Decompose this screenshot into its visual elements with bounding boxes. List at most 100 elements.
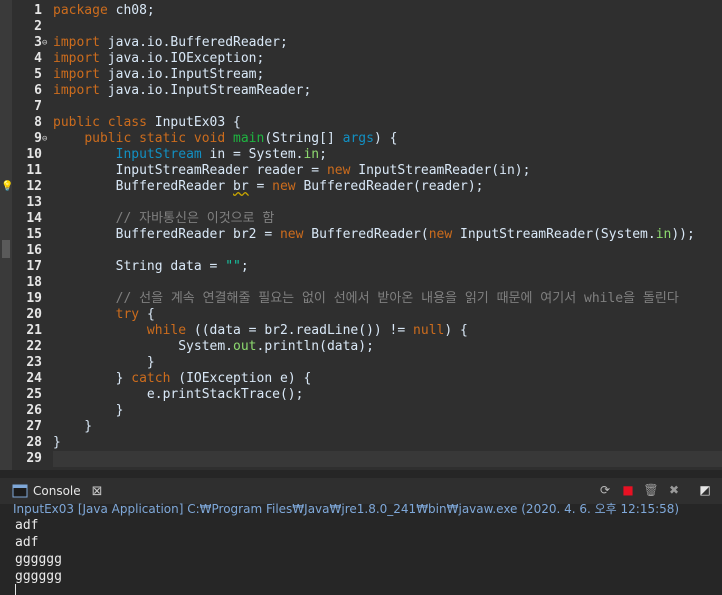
- code-line[interactable]: try {: [53, 307, 155, 323]
- code-token: }: [53, 355, 155, 370]
- code-token: InputStreamReader reader =: [53, 163, 327, 178]
- fold-toggle-icon[interactable]: ⊖: [42, 35, 50, 51]
- code-token: java.io.InputStream;: [107, 67, 265, 82]
- code-token: ((data = br2.readLine()) !=: [193, 323, 414, 338]
- console-output[interactable]: adf adf gggggg gggggg: [15, 517, 62, 585]
- console-tab-label: Console: [33, 484, 81, 498]
- code-token: ch08;: [115, 3, 155, 18]
- code-token: import: [53, 35, 108, 50]
- editor-annotation-ruler: [0, 0, 12, 470]
- code-token: new: [428, 227, 461, 242]
- code-token: ) {: [444, 323, 468, 338]
- code-line[interactable]: import java.io.InputStream;: [53, 67, 264, 83]
- code-token: in: [655, 227, 672, 242]
- code-token: new: [326, 163, 359, 178]
- line-number: 13: [26, 195, 42, 210]
- code-line[interactable]: BufferedReader br = new BufferedReader(r…: [53, 179, 484, 195]
- terminate-icon[interactable]: ■: [620, 482, 636, 498]
- code-token: in: [303, 147, 320, 162]
- code-line[interactable]: // 자바통신은 이것으로 함: [53, 211, 275, 227]
- code-token: BufferedReader br2 =: [53, 227, 280, 242]
- code-line[interactable]: // 선을 계속 연결해줄 필요는 없이 선에서 받아온 내용을 읽기 때문에 …: [53, 291, 679, 307]
- code-line[interactable]: e.printStackTrace();: [53, 387, 304, 403]
- code-token: InputStreamReader(in);: [358, 163, 531, 178]
- remove-all-icon[interactable]: ✖: [666, 482, 682, 498]
- ruler-marker: [2, 240, 10, 258]
- code-token: try: [115, 307, 147, 322]
- code-token: System.: [53, 339, 234, 354]
- line-number: 29: [26, 451, 42, 466]
- fold-toggle-icon[interactable]: ⊖: [42, 131, 50, 147]
- launch-info: InputEx03 [Java Application] C:₩Program …: [13, 502, 680, 516]
- code-token: .println(data);: [256, 339, 374, 354]
- code-token: }: [53, 419, 93, 434]
- close-icon[interactable]: ⊠: [92, 484, 103, 499]
- code-line[interactable]: public class InputEx03 {: [53, 115, 241, 131]
- code-token: import: [53, 67, 108, 82]
- refresh-icon[interactable]: ⟳: [597, 482, 613, 498]
- code-line[interactable]: BufferedReader br2 = new BufferedReader(…: [53, 227, 695, 243]
- code-line[interactable]: import java.io.BufferedReader;: [53, 35, 288, 51]
- line-number: 2: [34, 19, 42, 34]
- code-line[interactable]: String data = "";: [53, 259, 249, 275]
- code-token: public class: [53, 115, 155, 130]
- code-line[interactable]: System.out.println(data);: [53, 339, 374, 355]
- line-number: 5: [34, 67, 42, 82]
- code-token: InputStreamReader(System.: [460, 227, 656, 242]
- code-line[interactable]: import java.io.InputStreamReader;: [53, 83, 311, 99]
- code-line[interactable]: }: [53, 419, 92, 435]
- code-area[interactable]: package ch08; import java.io.BufferedRead…: [53, 0, 722, 470]
- code-line[interactable]: import java.io.IOException;: [53, 51, 264, 67]
- code-line[interactable]: }: [53, 355, 155, 371]
- code-line[interactable]: InputStream in = System.in;: [53, 147, 327, 163]
- line-number: 3: [34, 35, 42, 50]
- clear-console-icon[interactable]: ◩: [697, 482, 713, 498]
- code-token: }: [53, 403, 124, 418]
- code-token: // 자바통신은 이것으로 함: [115, 211, 275, 226]
- line-number: 7: [34, 99, 42, 114]
- line-number: 9: [34, 131, 42, 146]
- quick-fix-lightbulb-icon[interactable]: 💡: [1, 179, 13, 195]
- code-token: "": [225, 259, 241, 274]
- code-token: in = System.: [209, 147, 304, 162]
- code-token: (IOException e) {: [178, 371, 312, 386]
- code-line[interactable]: InputStreamReader reader = new InputStre…: [53, 163, 531, 179]
- code-token: catch: [131, 371, 179, 386]
- code-token: while: [146, 323, 194, 338]
- code-line[interactable]: } catch (IOException e) {: [53, 371, 312, 387]
- line-number-gutter: 1 2 3 4 5 6 7 8 9 10 11 12 13 14 15 16 17 18 19 20 21 22 23 24 2…: [1, 0, 50, 470]
- code-line[interactable]: }: [53, 403, 124, 419]
- console-output-line: gggggg: [15, 552, 62, 567]
- line-number: 1: [34, 3, 42, 18]
- code-token: main: [233, 131, 265, 146]
- console-view[interactable]: Console ⊠ ⟳ ■ 🗑 ✖ ◩ InputEx03 [Java Applicat…: [0, 470, 722, 595]
- line-number: 12: [26, 179, 42, 194]
- text-caret: [15, 584, 16, 595]
- code-token: import: [53, 83, 108, 98]
- code-token: ));: [671, 227, 695, 242]
- line-number: 24: [26, 371, 42, 386]
- console-output-line: adf: [15, 535, 39, 550]
- code-token: package: [53, 3, 116, 18]
- code-token: ;: [319, 147, 327, 162]
- code-token: BufferedReader(: [311, 227, 429, 242]
- code-line[interactable]: public static void main(String[] args) {: [53, 131, 397, 147]
- code-line[interactable]: }: [53, 435, 61, 451]
- code-line[interactable]: while ((data = br2.readLine()) != null) …: [53, 323, 468, 339]
- line-number: 23: [26, 355, 42, 370]
- remove-launch-icon[interactable]: 🗑: [643, 482, 659, 498]
- code-token: br: [233, 179, 249, 194]
- code-token: =: [248, 179, 273, 194]
- code-token: InputStream: [115, 147, 210, 162]
- code-token: java.io.IOException;: [107, 51, 265, 66]
- line-number: 20: [26, 307, 42, 322]
- code-token: new: [279, 227, 312, 242]
- code-editor[interactable]: 1 2 3 4 5 6 7 8 9 10 11 12 13 14 15 16 17 18 19 20 21 22 23 24 2…: [0, 0, 722, 470]
- line-number: 11: [26, 163, 42, 178]
- line-number: 6: [34, 83, 42, 98]
- code-line[interactable]: package ch08;: [53, 3, 155, 19]
- code-token: String data =: [53, 259, 226, 274]
